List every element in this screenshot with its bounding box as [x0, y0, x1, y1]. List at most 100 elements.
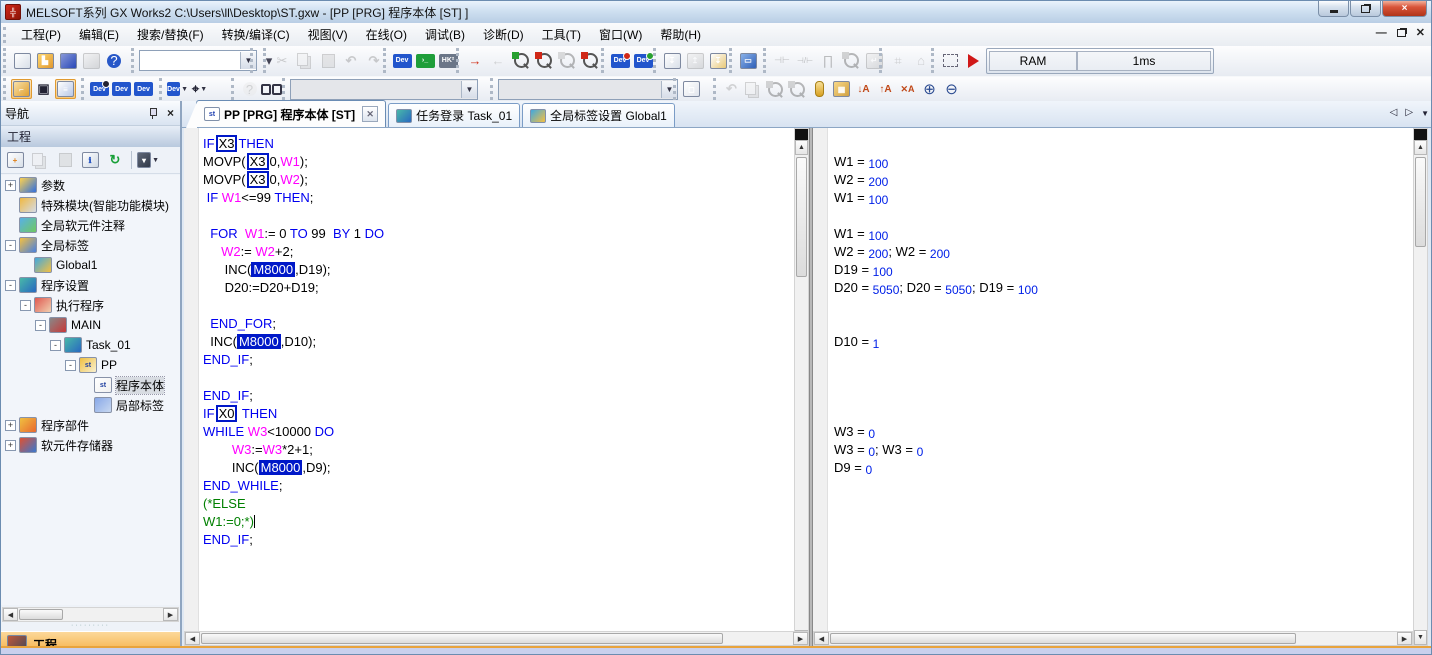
menu-item-6[interactable]: 在线(O) — [357, 23, 416, 46]
device-find-icon[interactable]: Dev — [89, 79, 110, 99]
cross-reference-window-icon[interactable]: ▦ — [831, 79, 852, 99]
scroll-left-icon[interactable]: ◀ — [3, 608, 18, 621]
monitor-write-icon[interactable] — [579, 50, 601, 72]
scrollbar-thumb[interactable] — [830, 633, 1296, 644]
tree-item-MAIN[interactable]: -MAIN — [1, 315, 180, 335]
tree-expand-icon[interactable]: - — [35, 320, 46, 331]
find-next-doc-icon[interactable] — [787, 79, 808, 99]
minimize-button[interactable] — [1318, 1, 1349, 17]
scrollbar-thumb[interactable] — [1415, 157, 1426, 247]
menu-item-5[interactable]: 视图(V) — [299, 23, 357, 46]
restore-button[interactable] — [1350, 1, 1381, 17]
ladder-close-contact-icon[interactable]: ⊣/⊢ — [794, 50, 816, 72]
panel-splitter-handle[interactable]: ········· — [1, 623, 180, 631]
select-mode-icon[interactable] — [939, 50, 961, 72]
close-button[interactable]: × — [1382, 1, 1427, 17]
scroll-left-icon[interactable]: ◀ — [814, 632, 829, 645]
word-find-up-icon[interactable]: ↑A — [875, 79, 896, 99]
scrollbar-track[interactable] — [829, 632, 1397, 645]
tree-item-参数[interactable]: +参数 — [1, 175, 180, 195]
ladder-find-icon[interactable] — [840, 50, 862, 72]
menu-item-11[interactable]: 帮助(H) — [651, 23, 710, 46]
scrollbar-split-box[interactable] — [795, 129, 808, 140]
project-tree-icon[interactable]: ⌐ — [11, 79, 32, 99]
scrollbar-track[interactable] — [795, 155, 808, 630]
monitor-start-icon[interactable] — [510, 50, 532, 72]
tree-expand-icon[interactable]: + — [5, 180, 16, 191]
mdi-minimize-icon[interactable]: — — [1376, 27, 1387, 39]
redo-icon[interactable]: ↷ — [363, 50, 385, 72]
new-file-icon[interactable] — [11, 50, 33, 72]
device-table-icon[interactable]: Dev — [111, 79, 132, 99]
scroll-left-icon[interactable]: ◀ — [185, 632, 200, 645]
paste-icon[interactable] — [317, 50, 339, 72]
find-keyword-combo[interactable]: ▼ — [498, 79, 678, 100]
new-item-icon[interactable]: + — [4, 149, 26, 171]
execute-run-icon[interactable] — [962, 50, 984, 72]
code-hscrollbar[interactable]: ◀▶ — [184, 631, 809, 646]
instruction-help-icon[interactable]: ⌂ — [910, 50, 932, 72]
word-find-down-icon[interactable]: ↓A — [853, 79, 874, 99]
copy-icon[interactable] — [294, 50, 316, 72]
find-target-combo-arrow-icon[interactable]: ▼ — [461, 81, 477, 98]
device-monitor-screen-icon[interactable]: ›_ — [414, 50, 436, 72]
tree-expand-icon[interactable]: - — [20, 300, 31, 311]
work-window-icon[interactable]: ≡ — [55, 79, 76, 99]
document-batch-icon[interactable] — [743, 79, 764, 99]
document-tab-2[interactable]: 任务登录 Task_01 — [388, 103, 520, 127]
tree-item-程序设置[interactable]: -程序设置 — [1, 275, 180, 295]
print-icon[interactable] — [80, 50, 102, 72]
project-section-header[interactable]: 工程 — [1, 126, 180, 147]
tree-item-Global1[interactable]: Global1 — [1, 255, 180, 275]
scrollbar-thumb[interactable] — [796, 157, 807, 277]
scroll-right-icon[interactable]: ▶ — [1397, 632, 1412, 645]
ladder-coil-icon[interactable]: ∏ — [817, 50, 839, 72]
find-target-combo[interactable]: ▼ — [290, 79, 478, 100]
scrollbar-thumb[interactable] — [19, 609, 63, 620]
tree-item-软元件存储器[interactable]: +软元件存储器 — [1, 435, 180, 455]
scroll-up-icon[interactable]: ▲ — [795, 140, 808, 155]
tree-expand-icon[interactable]: + — [5, 440, 16, 451]
cut-icon[interactable]: ✂ — [271, 50, 293, 72]
code-vscrollbar[interactable]: ▲▼ — [794, 128, 809, 646]
menu-item-2[interactable]: 编辑(E) — [70, 23, 128, 46]
scroll-up-icon[interactable]: ▲ — [1414, 140, 1427, 155]
st-code-pane[interactable]: IFX3THENMOVP(X30,W1);MOVP(X30,W2); IF W1… — [184, 128, 794, 631]
context-help-icon[interactable]: ? — [239, 79, 260, 99]
tree-item-全局软元件注释[interactable]: 全局软元件注释 — [1, 215, 180, 235]
tab-scroll-right-icon[interactable]: ▷ — [1405, 107, 1413, 118]
property-info-icon[interactable]: ℹ — [79, 149, 101, 171]
undo-icon[interactable]: ↶ — [340, 50, 362, 72]
mdi-restore-icon[interactable] — [1397, 29, 1406, 37]
menu-item-7[interactable]: 调试(B) — [416, 23, 474, 46]
write-to-plc-icon[interactable]: → — [464, 50, 486, 72]
monitor-hscrollbar[interactable]: ◀▶ — [813, 631, 1413, 646]
argument-icon[interactable]: ⌗ — [887, 50, 909, 72]
sort-menu-icon[interactable]: ▾▼ — [137, 149, 159, 171]
scroll-down-icon[interactable]: ▼ — [1414, 630, 1427, 645]
monitor-pause-icon[interactable] — [556, 50, 578, 72]
jump-list-icon[interactable]: ↧ — [707, 50, 729, 72]
tab-list-icon[interactable]: ▼ — [1421, 109, 1429, 118]
document-tab-1[interactable]: stPP [PRG] 程序本体 [ST]✕ — [196, 100, 386, 127]
tree-expand-icon[interactable]: - — [5, 240, 16, 251]
document-tab-3[interactable]: 全局标签设置 Global1 — [522, 103, 675, 127]
tree-item-局部标签[interactable]: 局部标签 — [1, 395, 180, 415]
word-find-clear-icon[interactable]: ✕A — [897, 79, 918, 99]
device-register-monitor-icon[interactable]: Dev — [632, 50, 654, 72]
project-tree-hscrollbar[interactable]: ◀▶ — [2, 607, 179, 622]
tab-close-icon[interactable]: ✕ — [362, 106, 378, 122]
marker-capsule-icon[interactable] — [809, 79, 830, 99]
copy-item-icon[interactable] — [29, 149, 51, 171]
menu-item-10[interactable]: 窗口(W) — [590, 23, 651, 46]
undo-convert-icon[interactable]: ↶ — [721, 79, 742, 99]
module-configuration-icon[interactable]: ▣ — [33, 79, 54, 99]
read-from-plc-icon[interactable]: ← — [487, 50, 509, 72]
tree-item-程序部件[interactable]: +程序部件 — [1, 415, 180, 435]
device-display-icon[interactable]: Dev▼ — [167, 79, 188, 99]
zoom-out-icon[interactable]: ⊖ — [941, 79, 962, 99]
scrollbar-track[interactable] — [18, 608, 163, 621]
find-in-doc-icon[interactable] — [765, 79, 786, 99]
tree-item-Task_01[interactable]: -Task_01 — [1, 335, 180, 355]
menu-item-3[interactable]: 搜索/替换(F) — [128, 23, 213, 46]
